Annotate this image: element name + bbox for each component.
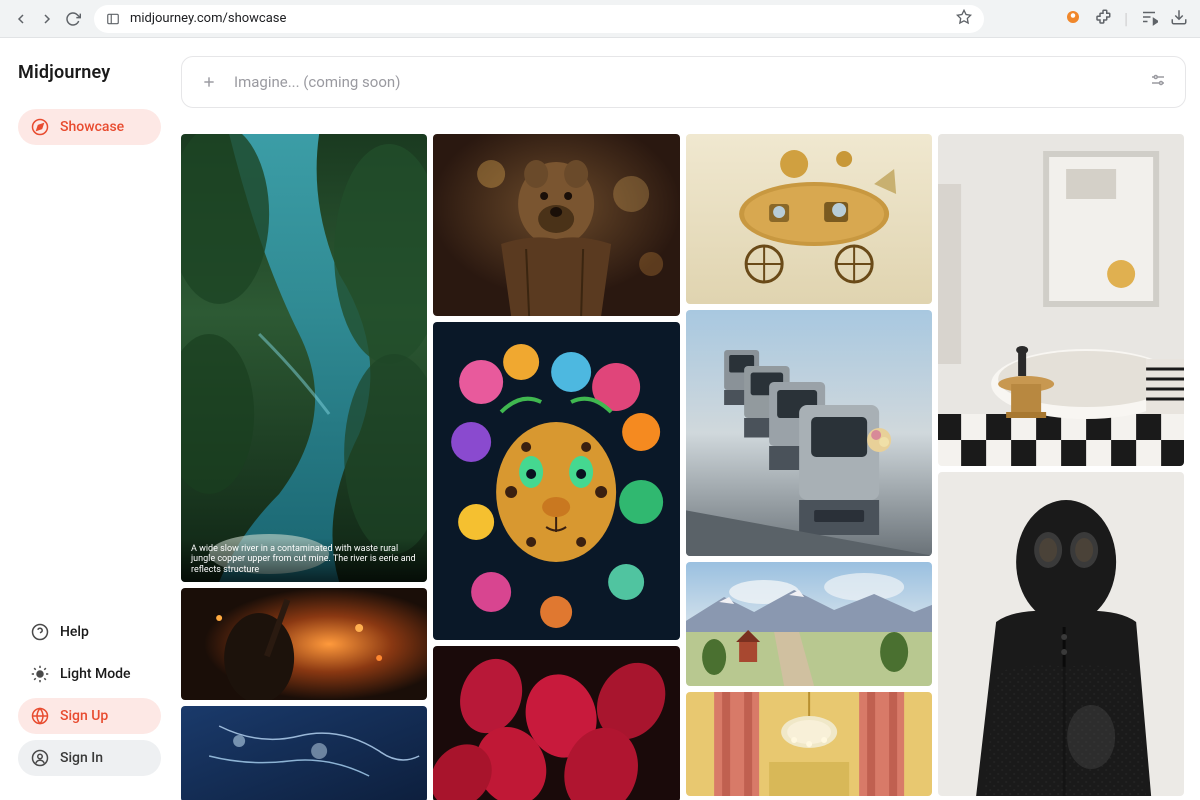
compass-icon <box>30 117 50 137</box>
sidebar-item-label: Sign Up <box>60 708 108 724</box>
sidebar-item-theme[interactable]: Light Mode <box>18 656 161 692</box>
logo[interactable]: Midjourney <box>18 62 161 83</box>
extension-icon-1[interactable] <box>1064 8 1082 30</box>
reload-button[interactable] <box>64 10 82 28</box>
globe-icon <box>30 706 50 726</box>
sidebar-item-label: Light Mode <box>60 666 131 682</box>
sidebar-item-label: Showcase <box>60 119 124 135</box>
forward-button[interactable] <box>38 10 56 28</box>
tile-truck-fleet[interactable] <box>686 310 932 556</box>
download-icon[interactable] <box>1170 8 1188 30</box>
user-icon <box>30 748 50 768</box>
extensions-icon[interactable] <box>1094 8 1112 30</box>
sidebar-item-label: Sign In <box>60 750 103 766</box>
url-bar[interactable]: midjourney.com/showcase <box>94 5 984 33</box>
sliders-icon[interactable] <box>1149 71 1167 93</box>
sidebar-item-signin[interactable]: Sign In <box>18 740 161 776</box>
tile-circuit-water[interactable] <box>181 706 427 800</box>
sidebar-item-signup[interactable]: Sign Up <box>18 698 161 734</box>
sidebar-item-label: Help <box>60 624 89 640</box>
url-text: midjourney.com/showcase <box>130 11 286 26</box>
sidebar-item-help[interactable]: Help <box>18 614 161 650</box>
tile-black-suit-figure[interactable] <box>938 472 1184 796</box>
tile-chandelier-room[interactable] <box>686 692 932 796</box>
gallery: A wide slow river in a contaminated with… <box>181 134 1186 800</box>
tile-bear-coat[interactable] <box>433 134 679 316</box>
tile-floral-leopard[interactable] <box>433 322 679 640</box>
search-bar[interactable]: Imagine... (coming soon) <box>181 56 1186 108</box>
tile-jungle-river[interactable]: A wide slow river in a contaminated with… <box>181 134 427 582</box>
tile-red-petals[interactable] <box>433 646 679 800</box>
site-settings-icon <box>106 12 120 26</box>
tile-steampunk-airship[interactable] <box>686 134 932 304</box>
plus-icon[interactable] <box>200 73 218 91</box>
browser-chrome: midjourney.com/showcase | <box>0 0 1200 38</box>
help-icon <box>30 622 50 642</box>
search-placeholder: Imagine... (coming soon) <box>234 73 400 91</box>
main: Imagine... (coming soon) <box>175 38 1200 800</box>
tile-warrior-fire[interactable] <box>181 588 427 700</box>
sidebar: Midjourney Showcase Help Light Mode Sign… <box>0 38 175 800</box>
back-button[interactable] <box>12 10 30 28</box>
tile-bathroom-interior[interactable] <box>938 134 1184 466</box>
star-icon[interactable] <box>956 9 972 29</box>
tile-mountain-landscape[interactable] <box>686 562 932 686</box>
sun-icon <box>30 664 50 684</box>
sidebar-item-showcase[interactable]: Showcase <box>18 109 161 145</box>
tile-caption: A wide slow river in a contaminated with… <box>181 538 427 582</box>
playlist-icon[interactable] <box>1140 8 1158 30</box>
